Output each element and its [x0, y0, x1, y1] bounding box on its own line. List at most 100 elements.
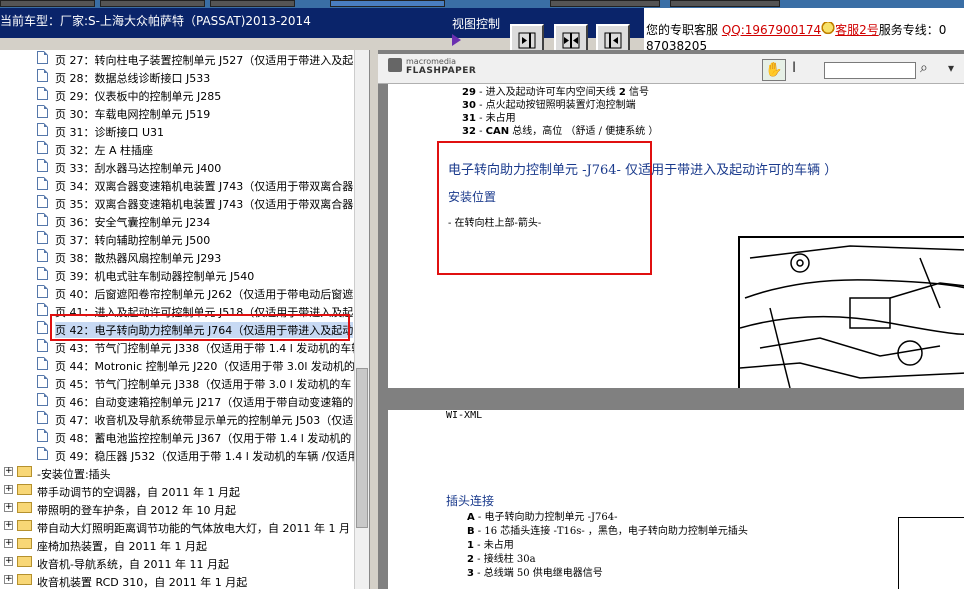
tree-item-label: 页 37：转向辅助控制单元 J500	[55, 234, 211, 247]
tree-item-label: 页 28：数据总线诊断接口 J533	[55, 72, 211, 85]
document-icon	[37, 321, 48, 334]
connector-line: B - 16 芯插头连接 -T16s- ，黑色，电子转向助力控制单元插头	[467, 526, 748, 537]
tree-item[interactable]: 页 29：仪表板中的控制单元 J285	[0, 86, 354, 104]
document-icon	[37, 357, 48, 370]
expand-icon[interactable]: +	[4, 521, 13, 530]
folder-icon	[17, 574, 32, 585]
tree-item[interactable]: 页 37：转向辅助控制单元 J500	[0, 230, 354, 248]
document-icon	[37, 267, 48, 280]
install-location-heading: 安装位置	[448, 190, 497, 204]
document-icon	[37, 303, 48, 316]
document-icon	[37, 411, 48, 424]
document-icon	[37, 393, 48, 406]
tree-item[interactable]: 页 49：稳压器 J532（仅适用于带 1.4 l 发动机的车辆 /仅适用	[0, 446, 358, 464]
tree-item-label: 页 49：稳压器 J532（仅适用于带 1.4 l 发动机的车辆 /仅适用	[55, 450, 359, 463]
tree-item-label: 页 31：诊断接口 U31	[55, 126, 165, 139]
tree-item[interactable]: 页 36：安全气囊控制单元 J234	[0, 212, 354, 230]
tree-item-label: 页 45：节气门控制单元 J338（仅适用于带 3.0 l 发动机的车	[55, 378, 352, 391]
tree-item-label: 页 47：收音机及导航系统带显示单元的控制单元 J503（仅适	[55, 414, 354, 427]
folder-icon	[17, 556, 32, 567]
document-page-2: WI-XML 插头连接 A - 电子转向助力控制单元 -J764- B - 16 …	[388, 410, 964, 589]
document-icon	[37, 69, 48, 82]
tree-item-label: 页 39：机电式驻车制动器控制单元 J540	[55, 270, 255, 283]
tree-item-label: 页 38：散热器风扇控制单元 J293	[55, 252, 222, 265]
tree-item[interactable]: 页 30：车载电网控制单元 J519	[0, 104, 354, 122]
kefu2-link[interactable]: 客服2号	[835, 23, 879, 37]
tree-item-label: 页 43：节气门控制单元 J338（仅适用于带 1.4 l 发动机的车辆	[55, 342, 363, 355]
document-icon	[37, 249, 48, 262]
expand-icon[interactable]: +	[4, 557, 13, 566]
service-line: 您的专职客服 QQ:1967900174 客服2号服务专线：0	[646, 21, 946, 38]
tree-item[interactable]: 页 44：Motronic 控制单元 J220（仅适用于带 3.0l 发动机的	[0, 356, 355, 374]
document-icon	[37, 339, 48, 352]
expand-icon[interactable]: +	[4, 485, 13, 494]
tree-item[interactable]: 页 46：自动变速箱控制单元 J217（仅适用于带自动变速箱的	[0, 392, 354, 410]
expand-icon[interactable]: +	[4, 539, 13, 548]
document-icon	[37, 141, 48, 154]
tree-item[interactable]: 页 38：散热器风扇控制单元 J293	[0, 248, 354, 266]
top-menu-strip	[0, 0, 964, 8]
tree-item[interactable]: 页 27：转向柱电子装置控制单元 J527（仅适用于带进入及起	[0, 50, 354, 68]
tree-item-label: 页 33：刮水器马达控制单元 J400	[55, 162, 222, 175]
top-menu-button[interactable]	[550, 0, 660, 7]
tree-folder[interactable]: + 收音机-导航系统，自 2011 年 11 月起	[0, 554, 354, 572]
top-menu-button[interactable]	[100, 0, 205, 7]
connector-line: A - 电子转向助力控制单元 -J764-	[467, 512, 618, 523]
view-control-icon	[452, 34, 461, 46]
tree-item[interactable]: 页 47：收音机及导航系统带显示单元的控制单元 J503（仅适	[0, 410, 354, 428]
tree-folder[interactable]: + -安装位置:插头	[0, 464, 354, 482]
tree-item[interactable]: 页 40：后窗遮阳卷帘控制单元 J262（仅适用于带电动后窗遮	[0, 284, 354, 302]
tree-item[interactable]: 页 34：双离合器变速箱机电装置 J743（仅适用于带双离合器	[0, 176, 354, 194]
document-icon	[37, 51, 48, 64]
tree-item[interactable]: 页 39：机电式驻车制动器控制单元 J540	[0, 266, 354, 284]
scrollbar-thumb[interactable]	[356, 368, 368, 528]
top-menu-button[interactable]	[0, 0, 95, 7]
tree-item[interactable]: 页 33：刮水器马达控制单元 J400	[0, 158, 354, 176]
tree-folder[interactable]: + 带自动大灯照明距离调节功能的气体放电大灯，自 2011 年 1 月	[0, 518, 354, 536]
tree-folder[interactable]: + 带照明的登车护条，自 2012 年 10 月起	[0, 500, 354, 518]
expand-icon[interactable]: +	[4, 503, 13, 512]
chevron-down-icon[interactable]: ▾	[948, 61, 954, 75]
tree-folder-label: 收音机-导航系统，自 2011 年 11 月起	[37, 558, 229, 571]
text-select-icon[interactable]: I	[792, 60, 796, 76]
connector-line: 2 - 接线柱 30a	[467, 554, 536, 565]
top-menu-button[interactable]	[330, 0, 445, 7]
search-icon[interactable]: ⌕	[920, 60, 928, 76]
tree-folder[interactable]: + 带手动调节的空调器，自 2011 年 1 月起	[0, 482, 354, 500]
dashboard-drawing	[740, 245, 964, 388]
tree-item-label: 页 44：Motronic 控制单元 J220（仅适用于带 3.0l 发动机的	[55, 360, 355, 373]
app-window: 当前车型：厂家:S-上海大众帕萨特（PASSAT)2013-2014 视图控制 …	[0, 0, 964, 589]
expand-icon[interactable]: +	[4, 575, 13, 584]
pane-splitter[interactable]	[370, 50, 378, 589]
tree-item[interactable]: 页 32：左 A 柱插座	[0, 140, 354, 158]
document-icon	[37, 87, 48, 100]
tree-item[interactable]: 页 35：双离合器变速箱机电装置 J743（仅适用于带双离合器	[0, 194, 354, 212]
folder-icon	[17, 520, 32, 531]
tree-item[interactable]: 页 45：节气门控制单元 J338（仅适用于带 3.0 l 发动机的车	[0, 374, 354, 392]
tree-scrollbar[interactable]	[354, 50, 369, 589]
connector-section-title: 插头连接	[446, 494, 495, 508]
folder-icon	[17, 538, 32, 549]
document-page-1: 29 - 进入及起动许可车内空间天线 2 信号 30 - 点火起动按钮照明装置灯泡…	[388, 84, 964, 388]
top-menu-button[interactable]	[210, 0, 295, 7]
tree-item[interactable]: 页 48：蓄电池监控控制单元 J367（仅用于带 1.4 l 发动机的	[0, 428, 354, 446]
tree-item[interactable]: 页 28：数据总线诊断接口 J533	[0, 68, 354, 86]
document-icon	[37, 231, 48, 244]
top-menu-button[interactable]	[670, 0, 780, 7]
qq-link[interactable]: QQ:1967900174	[722, 23, 821, 37]
connector-line: 3 - 总线端 50 供电继电器信号	[467, 568, 603, 579]
install-location-desc: - 在转向柱上部-箭头-	[448, 218, 542, 229]
search-input[interactable]	[824, 62, 916, 79]
tree-folder[interactable]: + 收音机装置 RCD 310，自 2011 年 1 月起	[0, 572, 354, 589]
folder-icon	[17, 502, 32, 513]
tree-item-label: 页 34：双离合器变速箱机电装置 J743（仅适用于带双离合器	[55, 180, 354, 193]
tree-item[interactable]: 页 31：诊断接口 U31	[0, 122, 354, 140]
tree-folder[interactable]: + 座椅加热装置，自 2011 年 1 月起	[0, 536, 354, 554]
hand-tool-icon[interactable]: ✋	[762, 59, 786, 81]
tree-item-label: 页 35：双离合器变速箱机电装置 J743（仅适用于带双离合器	[55, 198, 354, 211]
tree-item-label: 页 32：左 A 柱插座	[55, 144, 154, 157]
expand-icon[interactable]: +	[4, 467, 13, 476]
section-title: 电子转向助力控制单元 -J764- 仅适用于带进入及起动许可的车辆 ）	[448, 163, 838, 178]
tree-item-label: 页 27：转向柱电子装置控制单元 J527（仅适用于带进入及起	[55, 54, 354, 67]
flashpaper-viewer: macromedia FLASHPAPER ✋ I ⌕ ▾ 29 - 进入及起动…	[378, 50, 964, 589]
